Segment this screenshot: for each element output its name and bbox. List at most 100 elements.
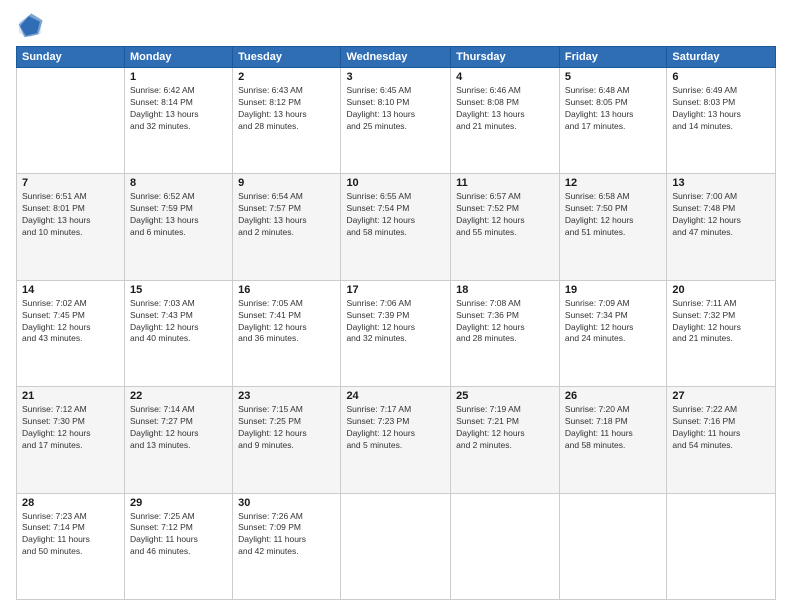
day-number: 28 (22, 497, 119, 509)
day-number: 18 (456, 284, 554, 296)
calendar-cell: 15 Sunrise: 7:03 AM Sunset: 7:43 PM Dayli… (124, 280, 232, 386)
day-info: Sunrise: 6:46 AM Sunset: 8:08 PM Dayligh… (456, 85, 554, 133)
day-number: 26 (565, 390, 661, 402)
day-number: 15 (130, 284, 227, 296)
calendar-cell (667, 493, 776, 599)
day-number: 19 (565, 284, 661, 296)
calendar-cell: 1 Sunrise: 6:42 AM Sunset: 8:14 PM Daylig… (124, 68, 232, 174)
day-info: Sunrise: 7:05 AM Sunset: 7:41 PM Dayligh… (238, 298, 335, 346)
day-info: Sunrise: 7:00 AM Sunset: 7:48 PM Dayligh… (672, 191, 770, 239)
header-tuesday: Tuesday (233, 47, 341, 68)
week-row-5: 28 Sunrise: 7:23 AM Sunset: 7:14 PM Dayli… (17, 493, 776, 599)
header-wednesday: Wednesday (341, 47, 451, 68)
day-info: Sunrise: 7:11 AM Sunset: 7:32 PM Dayligh… (672, 298, 770, 346)
calendar-cell: 29 Sunrise: 7:25 AM Sunset: 7:12 PM Dayli… (124, 493, 232, 599)
calendar-cell (341, 493, 451, 599)
day-number: 2 (238, 71, 335, 83)
day-number: 12 (565, 177, 661, 189)
calendar-cell: 25 Sunrise: 7:19 AM Sunset: 7:21 PM Dayli… (451, 387, 560, 493)
day-info: Sunrise: 7:17 AM Sunset: 7:23 PM Dayligh… (346, 404, 445, 452)
day-number: 21 (22, 390, 119, 402)
calendar-cell: 7Sunrise: 6:51 AM Sunset: 8:01 PM Daylig… (17, 174, 125, 280)
day-number: 6 (672, 71, 770, 83)
day-number: 1 (130, 71, 227, 83)
day-info: Sunrise: 7:06 AM Sunset: 7:39 PM Dayligh… (346, 298, 445, 346)
day-info: Sunrise: 7:22 AM Sunset: 7:16 PM Dayligh… (672, 404, 770, 452)
logo (16, 12, 48, 40)
day-number: 17 (346, 284, 445, 296)
header (16, 12, 776, 40)
calendar-cell: 8 Sunrise: 6:52 AM Sunset: 7:59 PM Daylig… (124, 174, 232, 280)
day-info: Sunrise: 6:54 AM Sunset: 7:57 PM Dayligh… (238, 191, 335, 239)
day-info: Sunrise: 6:42 AM Sunset: 8:14 PM Dayligh… (130, 85, 227, 133)
day-number: 9 (238, 177, 335, 189)
day-number: 13 (672, 177, 770, 189)
calendar-cell: 17 Sunrise: 7:06 AM Sunset: 7:39 PM Dayli… (341, 280, 451, 386)
header-friday: Friday (559, 47, 666, 68)
day-number: 14 (22, 284, 119, 296)
day-info: Sunrise: 6:43 AM Sunset: 8:12 PM Dayligh… (238, 85, 335, 133)
day-info: Sunrise: 6:57 AM Sunset: 7:52 PM Dayligh… (456, 191, 554, 239)
day-info: Sunrise: 6:48 AM Sunset: 8:05 PM Dayligh… (565, 85, 661, 133)
calendar-table: SundayMondayTuesdayWednesdayThursdayFrid… (16, 46, 776, 600)
day-info: Sunrise: 7:23 AM Sunset: 7:14 PM Dayligh… (22, 511, 119, 559)
header-sunday: Sunday (17, 47, 125, 68)
calendar-cell (559, 493, 666, 599)
calendar-cell: 10Sunrise: 6:55 AM Sunset: 7:54 PM Dayli… (341, 174, 451, 280)
calendar-cell (451, 493, 560, 599)
day-number: 30 (238, 497, 335, 509)
header-saturday: Saturday (667, 47, 776, 68)
day-info: Sunrise: 7:12 AM Sunset: 7:30 PM Dayligh… (22, 404, 119, 452)
day-number: 24 (346, 390, 445, 402)
page: SundayMondayTuesdayWednesdayThursdayFrid… (0, 0, 792, 612)
day-number: 5 (565, 71, 661, 83)
day-info: Sunrise: 7:09 AM Sunset: 7:34 PM Dayligh… (565, 298, 661, 346)
calendar-cell: 23 Sunrise: 7:15 AM Sunset: 7:25 PM Dayli… (233, 387, 341, 493)
calendar-cell: 11Sunrise: 6:57 AM Sunset: 7:52 PM Dayli… (451, 174, 560, 280)
day-number: 3 (346, 71, 445, 83)
day-info: Sunrise: 6:58 AM Sunset: 7:50 PM Dayligh… (565, 191, 661, 239)
calendar-cell (17, 68, 125, 174)
day-number: 8 (130, 177, 227, 189)
calendar-cell: 12 Sunrise: 6:58 AM Sunset: 7:50 PM Dayli… (559, 174, 666, 280)
day-number: 23 (238, 390, 335, 402)
week-row-2: 7Sunrise: 6:51 AM Sunset: 8:01 PM Daylig… (17, 174, 776, 280)
calendar-cell: 16 Sunrise: 7:05 AM Sunset: 7:41 PM Dayli… (233, 280, 341, 386)
day-number: 25 (456, 390, 554, 402)
header-thursday: Thursday (451, 47, 560, 68)
day-number: 20 (672, 284, 770, 296)
day-info: Sunrise: 6:49 AM Sunset: 8:03 PM Dayligh… (672, 85, 770, 133)
day-info: Sunrise: 7:14 AM Sunset: 7:27 PM Dayligh… (130, 404, 227, 452)
calendar-cell: 27Sunrise: 7:22 AM Sunset: 7:16 PM Dayli… (667, 387, 776, 493)
calendar-cell: 6 Sunrise: 6:49 AM Sunset: 8:03 PM Daylig… (667, 68, 776, 174)
calendar-cell: 18 Sunrise: 7:08 AM Sunset: 7:36 PM Dayli… (451, 280, 560, 386)
day-number: 16 (238, 284, 335, 296)
calendar-cell: 14 Sunrise: 7:02 AM Sunset: 7:45 PM Dayli… (17, 280, 125, 386)
day-number: 7 (22, 177, 119, 189)
header-monday: Monday (124, 47, 232, 68)
day-info: Sunrise: 7:20 AM Sunset: 7:18 PM Dayligh… (565, 404, 661, 452)
calendar-cell: 26 Sunrise: 7:20 AM Sunset: 7:18 PM Dayli… (559, 387, 666, 493)
day-info: Sunrise: 6:45 AM Sunset: 8:10 PM Dayligh… (346, 85, 445, 133)
day-info: Sunrise: 6:55 AM Sunset: 7:54 PM Dayligh… (346, 191, 445, 239)
day-info: Sunrise: 7:25 AM Sunset: 7:12 PM Dayligh… (130, 511, 227, 559)
day-info: Sunrise: 7:15 AM Sunset: 7:25 PM Dayligh… (238, 404, 335, 452)
logo-icon (16, 12, 44, 40)
day-info: Sunrise: 7:02 AM Sunset: 7:45 PM Dayligh… (22, 298, 119, 346)
calendar-cell: 21 Sunrise: 7:12 AM Sunset: 7:30 PM Dayli… (17, 387, 125, 493)
day-info: Sunrise: 7:03 AM Sunset: 7:43 PM Dayligh… (130, 298, 227, 346)
day-info: Sunrise: 7:08 AM Sunset: 7:36 PM Dayligh… (456, 298, 554, 346)
day-number: 22 (130, 390, 227, 402)
calendar-cell: 24 Sunrise: 7:17 AM Sunset: 7:23 PM Dayli… (341, 387, 451, 493)
calendar-header-row: SundayMondayTuesdayWednesdayThursdayFrid… (17, 47, 776, 68)
day-info: Sunrise: 7:19 AM Sunset: 7:21 PM Dayligh… (456, 404, 554, 452)
day-number: 29 (130, 497, 227, 509)
day-info: Sunrise: 6:52 AM Sunset: 7:59 PM Dayligh… (130, 191, 227, 239)
calendar-cell: 13 Sunrise: 7:00 AM Sunset: 7:48 PM Dayli… (667, 174, 776, 280)
calendar-cell: 20 Sunrise: 7:11 AM Sunset: 7:32 PM Dayli… (667, 280, 776, 386)
calendar-cell: 9 Sunrise: 6:54 AM Sunset: 7:57 PM Daylig… (233, 174, 341, 280)
calendar-cell: 28 Sunrise: 7:23 AM Sunset: 7:14 PM Dayli… (17, 493, 125, 599)
calendar-cell: 19 Sunrise: 7:09 AM Sunset: 7:34 PM Dayli… (559, 280, 666, 386)
day-info: Sunrise: 7:26 AM Sunset: 7:09 PM Dayligh… (238, 511, 335, 559)
calendar-cell: 2 Sunrise: 6:43 AM Sunset: 8:12 PM Daylig… (233, 68, 341, 174)
